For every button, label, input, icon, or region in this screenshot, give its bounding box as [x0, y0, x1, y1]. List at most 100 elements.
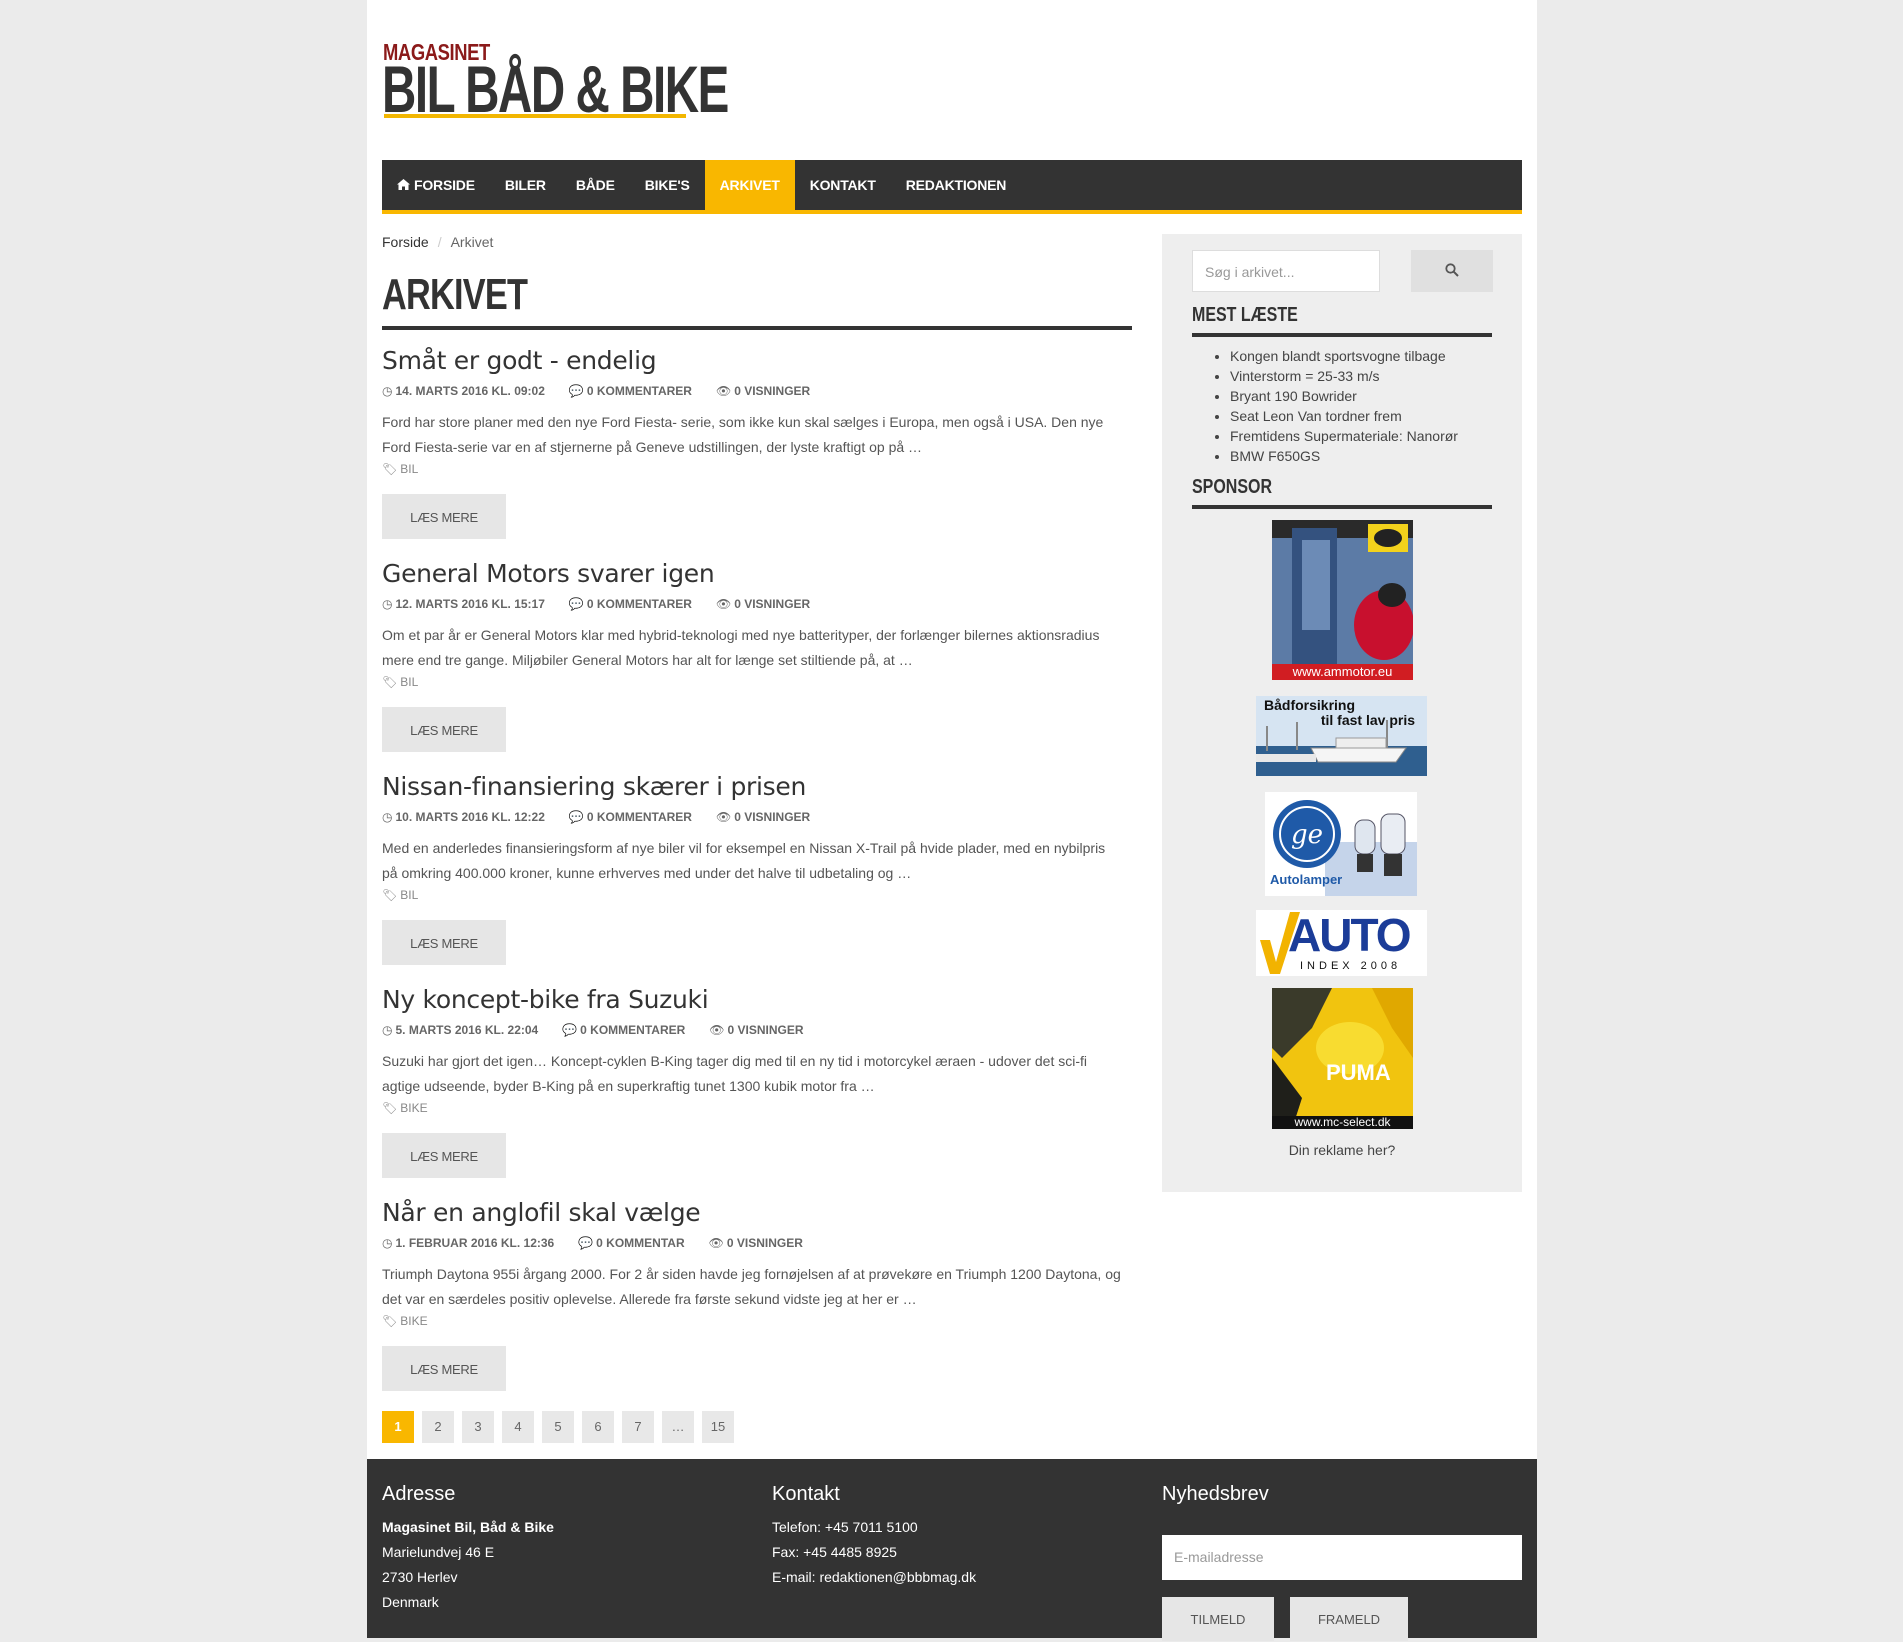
- post-item: Når en anglofil skal vælge ◷ 1. FEBRUAR 20…: [382, 1182, 1132, 1395]
- unsubscribe-button[interactable]: FRAMELD: [1290, 1597, 1408, 1641]
- footer-city: 2730 Herlev: [382, 1569, 458, 1585]
- ad-caption[interactable]: Din reklame her?: [1162, 1142, 1522, 1158]
- footer-contact-heading: Kontakt: [772, 1483, 840, 1505]
- tag-icon: 🏷: [382, 888, 398, 902]
- page: MAGASINET BIL BÅD & BIKE FORSIDE BILER B…: [367, 0, 1537, 1641]
- post-meta: ◷ 5. MARTS 2016 KL. 22:04 💬 0 KOMMENTARER 👁 0…: [382, 1023, 1132, 1037]
- most-read-item[interactable]: Kongen blandt sportsvogne tilbage: [1230, 346, 1510, 366]
- boat-ad-line2: til fast lav pris: [1320, 712, 1415, 728]
- post-title[interactable]: Nissan-finansiering skærer i prisen: [382, 756, 1132, 802]
- post-comments[interactable]: 💬 0 KOMMENTARER: [562, 1023, 697, 1037]
- subscribe-button[interactable]: TILMELD: [1162, 1597, 1274, 1641]
- footer-fax: Fax: +45 4485 8925: [772, 1544, 897, 1560]
- footer-contact: Kontakt Telefon: +45 7011 5100 Fax: +45 …: [772, 1481, 976, 1590]
- post-tag[interactable]: 🏷 BIKE: [382, 1101, 1132, 1115]
- nav-item-forside[interactable]: FORSIDE: [382, 160, 490, 210]
- sidebar: Søg i arkivet... MEST LÆSTE Kongen bland…: [1162, 234, 1522, 1192]
- post-date: ◷ 12. MARTS 2016 KL. 15:17: [382, 597, 545, 611]
- page-link[interactable]: 2: [422, 1411, 454, 1443]
- post-tag[interactable]: 🏷 BIL: [382, 888, 1132, 902]
- breadcrumb-home[interactable]: Forside: [382, 234, 429, 250]
- footer-newsletter: Nyhedsbrev E-mailadresse TILMELD FRAMELD: [1162, 1481, 1522, 1641]
- post-tag[interactable]: 🏷 BIL: [382, 462, 1132, 476]
- ad-baadforsikring[interactable]: Bådforsikring til fast lav pris: [1256, 696, 1427, 776]
- read-more-button[interactable]: LÆS MERE: [382, 920, 506, 965]
- breadcrumb-current: Arkivet: [450, 234, 494, 250]
- email-placeholder: E-mailadresse: [1174, 1549, 1264, 1565]
- most-read-item[interactable]: Fremtidens Supermateriale: Nanorør: [1230, 426, 1510, 446]
- breadcrumb: Forside / Arkivet: [382, 234, 493, 250]
- archive-search-input[interactable]: Søg i arkivet...: [1192, 250, 1380, 292]
- post-date: ◷ 14. MARTS 2016 KL. 09:02: [382, 384, 545, 398]
- footer-email[interactable]: E-mail: redaktionen@bbbmag.dk: [772, 1565, 976, 1590]
- post-title[interactable]: Ny koncept-bike fra Suzuki: [382, 969, 1132, 1015]
- most-read-item[interactable]: BMW F650GS: [1230, 446, 1510, 466]
- most-read-heading: MEST LÆSTE: [1192, 302, 1492, 337]
- footer: Adresse Magasinet Bil, Båd & Bike Mariel…: [367, 1459, 1537, 1641]
- ad-ammotor[interactable]: www.ammotor.eu: [1272, 520, 1413, 680]
- post-comments[interactable]: 💬 0 KOMMENTARER: [569, 810, 704, 824]
- svg-text:ge: ge: [1291, 820, 1323, 850]
- clock-icon: ◷: [382, 597, 393, 611]
- post-tag[interactable]: 🏷 BIKE: [382, 1314, 1132, 1328]
- most-read-item[interactable]: Bryant 190 Bowrider: [1230, 386, 1510, 406]
- puma-ad-image: [1272, 988, 1413, 1129]
- read-more-button[interactable]: LÆS MERE: [382, 494, 506, 539]
- footer-address: Adresse Magasinet Bil, Båd & Bike Mariel…: [382, 1481, 554, 1615]
- nav-label: FORSIDE: [414, 177, 475, 193]
- eye-icon: 👁: [715, 597, 732, 611]
- ad-auto-index[interactable]: AUTO INDEX 2008: [1256, 910, 1427, 976]
- read-more-button[interactable]: LÆS MERE: [382, 1346, 506, 1391]
- read-more-button[interactable]: LÆS MERE: [382, 1133, 506, 1178]
- search-placeholder: Søg i arkivet...: [1205, 264, 1295, 280]
- nav-item-redaktionen[interactable]: REDAKTIONEN: [891, 160, 1021, 210]
- read-more-button[interactable]: LÆS MERE: [382, 707, 506, 752]
- nav-item-bade[interactable]: BÅDE: [561, 160, 630, 210]
- post-title[interactable]: Når en anglofil skal vælge: [382, 1182, 1132, 1228]
- post-title[interactable]: General Motors svarer igen: [382, 543, 1132, 589]
- post-excerpt: Med en anderledes finansieringsform af n…: [382, 840, 1106, 881]
- most-read-item[interactable]: Vinterstorm = 25-33 m/s: [1230, 366, 1510, 386]
- post-item: Småt er godt - endelig ◷ 14. MARTS 2016 KL…: [382, 330, 1132, 543]
- ammotor-ad-image: [1272, 520, 1413, 680]
- page-link[interactable]: 6: [582, 1411, 614, 1443]
- footer-country: Denmark: [382, 1594, 439, 1610]
- most-read-list: Kongen blandt sportsvogne tilbageVinters…: [1202, 346, 1510, 466]
- post-tag[interactable]: 🏷 BIL: [382, 675, 1132, 689]
- post-comments[interactable]: 💬 0 KOMMENTARER: [569, 384, 704, 398]
- newsletter-email-input[interactable]: E-mailadresse: [1162, 1535, 1522, 1580]
- sponsor-heading: SPONSOR: [1192, 474, 1492, 509]
- footer-phone: Telefon: +45 7011 5100: [772, 1519, 918, 1535]
- search-button[interactable]: [1411, 250, 1493, 292]
- page-link[interactable]: 7: [622, 1411, 654, 1443]
- post-list: Småt er godt - endelig ◷ 14. MARTS 2016 KL…: [382, 330, 1132, 1395]
- post-excerpt: Suzuki har gjort det igen… Koncept-cykle…: [382, 1053, 1087, 1094]
- post-meta: ◷ 14. MARTS 2016 KL. 09:02 💬 0 KOMMENTARER 👁…: [382, 384, 1132, 398]
- post-title[interactable]: Småt er godt - endelig: [382, 330, 1132, 376]
- page-link[interactable]: 3: [462, 1411, 494, 1443]
- post-comments[interactable]: 💬 0 KOMMENTAR: [578, 1236, 696, 1250]
- page-link[interactable]: 1: [382, 1411, 414, 1443]
- clock-icon: ◷: [382, 384, 393, 398]
- comments-icon: 💬: [562, 1023, 578, 1037]
- nav-item-bikes[interactable]: BIKE'S: [630, 160, 705, 210]
- page-link[interactable]: 5: [542, 1411, 574, 1443]
- post-date: ◷ 1. FEBRUAR 2016 KL. 12:36: [382, 1236, 555, 1250]
- eye-icon: 👁: [715, 810, 732, 824]
- site-logo[interactable]: MAGASINET BIL BÅD & BIKE: [382, 38, 729, 124]
- pagination: 1 2 3 4 5 6 7… 15: [382, 1411, 742, 1443]
- ad-mc-select[interactable]: PUMA www.mc-select.dk: [1272, 988, 1413, 1129]
- auto-index-big: AUTO: [1288, 910, 1411, 961]
- page-link[interactable]: …: [662, 1411, 694, 1443]
- page-title: ARKIVET: [382, 270, 528, 319]
- page-link[interactable]: 4: [502, 1411, 534, 1443]
- nav-item-kontakt[interactable]: KONTAKT: [795, 160, 891, 210]
- auto-index-small: INDEX 2008: [1300, 960, 1402, 972]
- nav-item-biler[interactable]: BILER: [490, 160, 561, 210]
- post-comments[interactable]: 💬 0 KOMMENTARER: [569, 597, 704, 611]
- ad-ge-autolamper[interactable]: ge Autolamper: [1265, 792, 1417, 896]
- post-meta: ◷ 1. FEBRUAR 2016 KL. 12:36 💬 0 KOMMENTAR 👁 0…: [382, 1236, 1132, 1250]
- nav-item-arkivet[interactable]: ARKIVET: [704, 160, 795, 210]
- most-read-item[interactable]: Seat Leon Van tordner frem: [1230, 406, 1510, 426]
- page-link[interactable]: 15: [702, 1411, 734, 1443]
